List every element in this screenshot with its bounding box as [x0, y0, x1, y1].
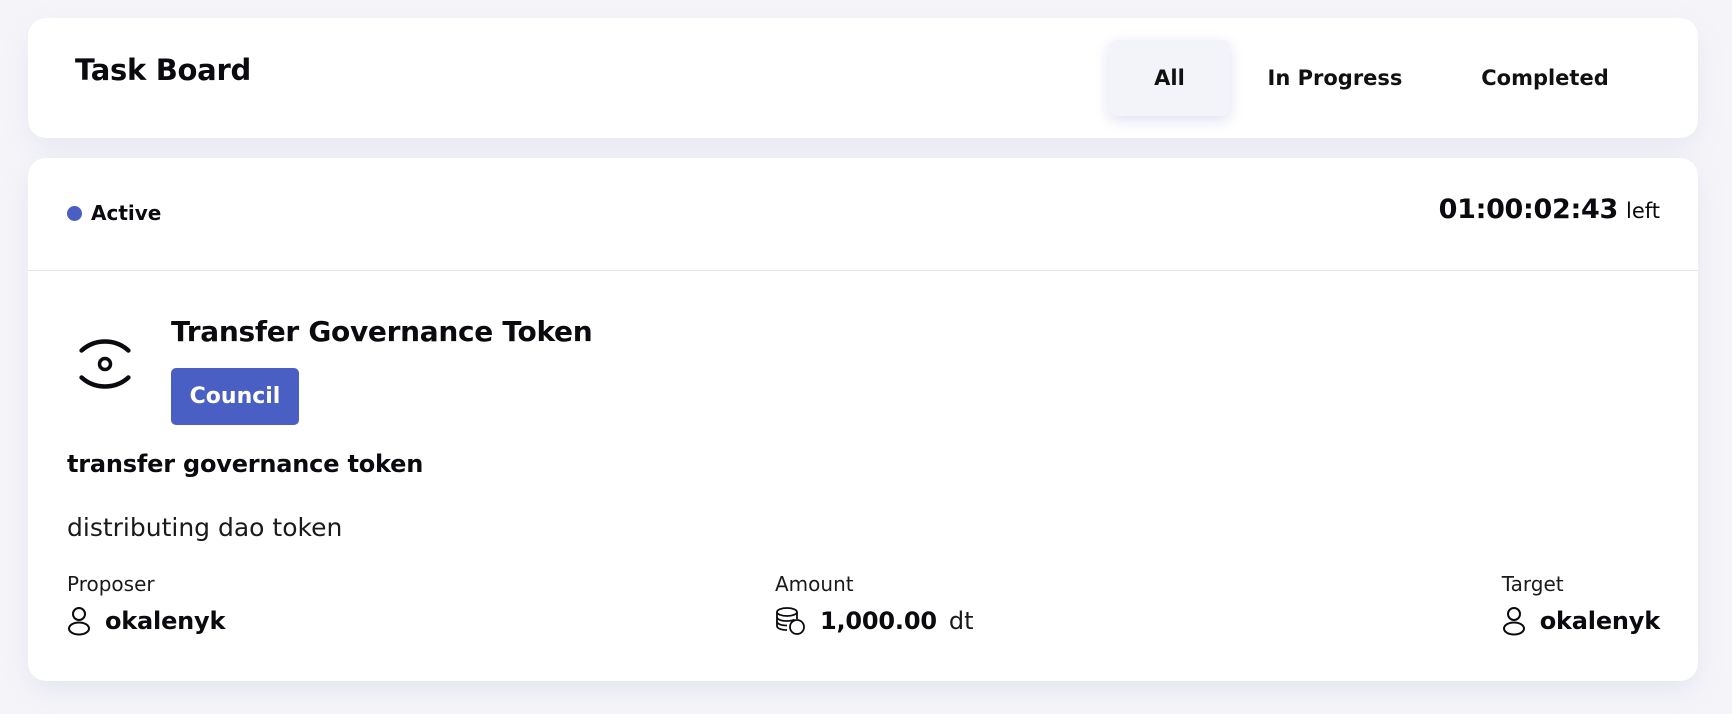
target-value-row: okalenyk: [1502, 606, 1660, 636]
amount-label: Amount: [775, 572, 854, 596]
amount-value: 1,000.00: [820, 607, 937, 635]
proposer-value-row: okalenyk: [67, 606, 225, 636]
circle-target-icon: [79, 339, 131, 389]
amount-value-row: 1,000.00 dt: [775, 606, 974, 636]
proposer-label: Proposer: [67, 572, 155, 596]
page-title: Task Board: [75, 53, 251, 87]
target-field: Target okalenyk: [1502, 572, 1660, 636]
status-dot: [67, 205, 82, 221]
filter-tabs: All In Progress Completed: [1109, 40, 1650, 116]
countdown-value: 01:00:02:43: [1438, 194, 1619, 225]
time-remaining: 01:00:02:43 left: [1439, 194, 1660, 225]
tab-completed[interactable]: Completed: [1440, 40, 1650, 116]
countdown-suffix: left: [1625, 199, 1660, 223]
proposer-name[interactable]: okalenyk: [105, 607, 225, 635]
header-card: Task Board All In Progress Completed: [28, 18, 1698, 138]
tab-in-progress[interactable]: In Progress: [1230, 40, 1440, 116]
proposal-title: Transfer Governance Token: [171, 315, 593, 348]
status-indicator: Active: [67, 198, 161, 228]
amount-field: Amount 1,000.00 dt: [775, 572, 974, 636]
target-label: Target: [1501, 572, 1564, 596]
proposer-field: Proposer okalenyk: [67, 572, 225, 636]
proposal-description: distributing dao token: [67, 513, 343, 542]
card-divider: [28, 270, 1698, 271]
coins-icon: [776, 607, 805, 635]
proposal-name: transfer governance token: [67, 450, 424, 478]
amount-unit: dt: [948, 607, 974, 635]
status-label: Active: [91, 201, 162, 225]
user-icon: [68, 607, 90, 636]
proposal-card[interactable]: Active 01:00:02:43 left Transfer Governa…: [28, 158, 1698, 681]
tab-all[interactable]: All: [1109, 40, 1230, 116]
target-name[interactable]: okalenyk: [1540, 607, 1660, 635]
user-icon: [1502, 607, 1525, 636]
council-badge[interactable]: Council: [171, 368, 299, 425]
